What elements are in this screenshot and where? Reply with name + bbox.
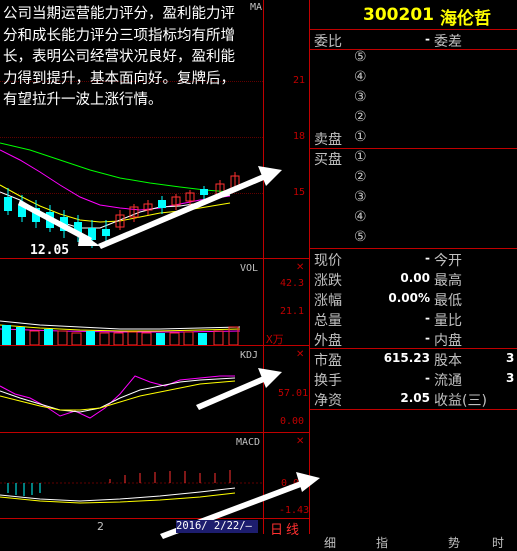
tab-detail[interactable]: 细	[320, 534, 340, 550]
quote-label: 净资	[314, 393, 342, 409]
sell-label: 卖盘	[314, 132, 342, 148]
quote-label: 外盘	[314, 333, 342, 349]
quote-label: 涨幅	[314, 293, 342, 309]
sell-level-5: ⑤	[354, 49, 367, 65]
quote-value: -	[425, 311, 430, 325]
arrow-icon	[18, 200, 100, 246]
quote-value: 3	[506, 351, 515, 365]
quote-label: 流通	[434, 373, 462, 389]
tab-time[interactable]: 时	[488, 534, 508, 550]
sell-level-4: ④	[354, 69, 367, 85]
arrow-icon	[98, 166, 282, 249]
divider	[310, 49, 517, 50]
buy-level-4: ④	[354, 209, 367, 225]
chart-area[interactable]: MA 21 18 15 公司当期运营能力评分，盈利能力评分和成长能力评分三项指标…	[0, 0, 320, 539]
arrow-icon	[196, 368, 282, 410]
quote-label: 总量	[314, 313, 342, 329]
quote-value: -	[425, 331, 430, 345]
quote-value: 0.00%	[388, 291, 430, 305]
quote-label: 最高	[434, 273, 462, 289]
date-display: 2016/ 2/22/—	[176, 520, 258, 533]
quote-label: 内盘	[434, 333, 462, 349]
buy-level-1: ①	[354, 149, 367, 165]
sell-level-2: ②	[354, 109, 367, 125]
ratio-value: -	[425, 32, 430, 46]
annotation-arrows	[18, 166, 320, 539]
sell-level-3: ③	[354, 89, 367, 105]
period-type-button[interactable]: 日线	[270, 519, 302, 538]
quote-label: 市盈	[314, 353, 342, 369]
quote-value: -	[425, 371, 430, 385]
buy-level-5: ⑤	[354, 229, 367, 245]
quote-value: 615.23	[383, 351, 430, 365]
quote-label: 量比	[434, 313, 462, 329]
diff-label: 委差	[434, 34, 462, 50]
stock-name: 海伦哲	[440, 9, 491, 29]
stock-code: 300201	[363, 5, 434, 25]
divider	[310, 248, 517, 249]
buy-level-2: ②	[354, 169, 367, 185]
quote-label: 现价	[314, 253, 342, 269]
buy-level-3: ③	[354, 189, 367, 205]
quote-label: 涨跌	[314, 273, 342, 289]
quote-value: -	[425, 251, 430, 265]
quote-value: 3	[506, 371, 515, 385]
quote-label: 股本	[434, 353, 462, 369]
divider	[310, 409, 517, 410]
quote-label: 今开	[434, 253, 462, 269]
quote-value: 2.05	[400, 391, 430, 405]
quote-label: 收益(三)	[434, 393, 487, 409]
quote-label: 换手	[314, 373, 342, 389]
divider	[310, 29, 517, 30]
quote-label: 最低	[434, 293, 462, 309]
ratio-label: 委比	[314, 34, 342, 50]
buy-label: 买盘	[314, 152, 342, 168]
divider	[310, 348, 517, 349]
quote-panel: 300201 海伦哲 委比 - 委差 ⑤ ④ ③ ② 卖盘 ① 买盘 ① ② ③…	[310, 0, 517, 550]
tab-trend[interactable]: 势	[444, 534, 464, 550]
quote-value: 0.00	[400, 271, 430, 285]
sell-level-1: ①	[354, 129, 367, 145]
period-value: 2	[97, 520, 104, 533]
tab-index[interactable]: 指	[372, 534, 392, 550]
